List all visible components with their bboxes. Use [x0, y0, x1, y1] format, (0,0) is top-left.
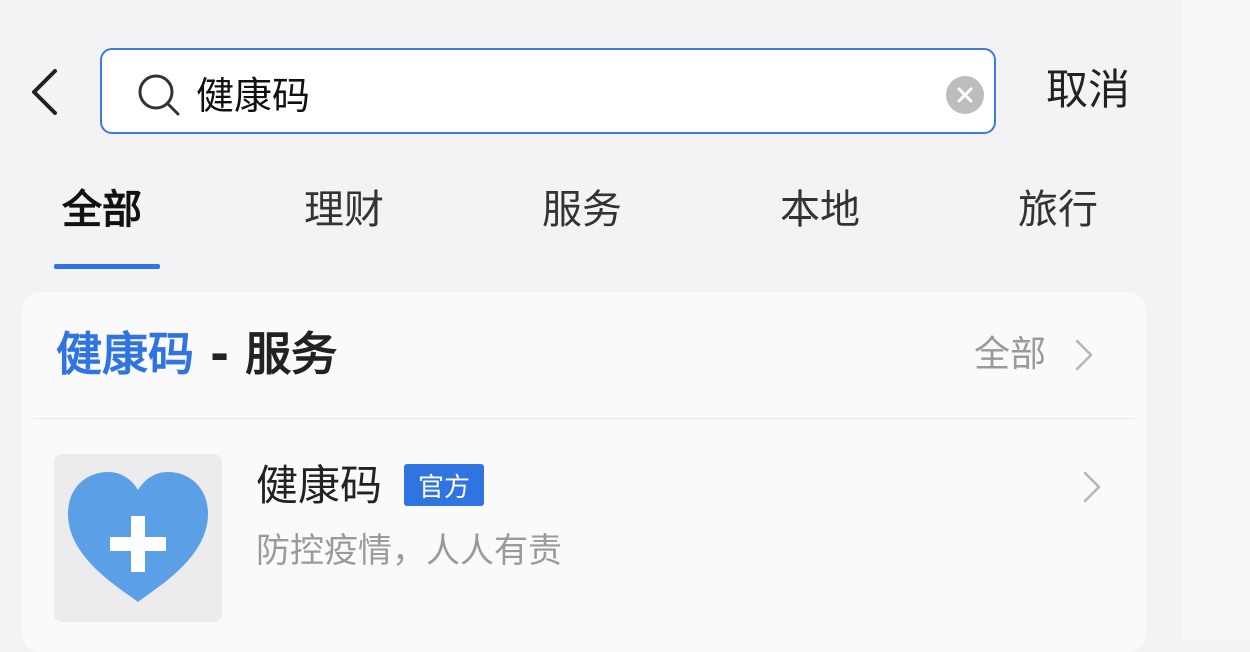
- tab-services[interactable]: 服务: [542, 184, 622, 236]
- chevron-left-icon: [32, 69, 57, 115]
- section-title-suffix: - 服务: [194, 327, 338, 381]
- result-description: 防控疫情，人人有责: [256, 531, 562, 571]
- back-button[interactable]: [22, 64, 66, 120]
- see-all-link[interactable]: 全部: [974, 330, 1094, 380]
- section-header: 健康码 - 服务 全部: [22, 292, 1146, 418]
- search-input[interactable]: [196, 64, 916, 120]
- tab-finance[interactable]: 理财: [304, 184, 384, 236]
- tab-travel[interactable]: 旅行: [1018, 184, 1098, 236]
- result-item-health-code[interactable]: 健康码 官方 防控疫情，人人有责: [22, 452, 1146, 632]
- tab-local[interactable]: 本地: [780, 184, 860, 236]
- clear-search-button[interactable]: [946, 76, 984, 114]
- section-title: 健康码 - 服务: [56, 324, 337, 384]
- see-all-label: 全部: [974, 334, 1047, 375]
- results-card: 健康码 - 服务 全部 健康码 官方 防控疫情，人人有责: [22, 292, 1146, 652]
- search-box[interactable]: [100, 48, 996, 134]
- heart-plus-icon: [68, 472, 208, 602]
- chevron-right-icon: [1083, 471, 1101, 503]
- right-edge-strip: [1182, 0, 1250, 640]
- chevron-right-icon: [1075, 339, 1093, 371]
- result-title: 健康码: [256, 461, 383, 510]
- category-tabs: 全部 理财 服务 本地 旅行: [0, 180, 1182, 270]
- app-icon: [54, 454, 222, 622]
- active-tab-indicator: [54, 264, 160, 269]
- section-title-keyword: 健康码: [56, 327, 194, 381]
- section-divider: [34, 418, 1134, 419]
- tab-all[interactable]: 全部: [62, 184, 142, 236]
- cancel-button[interactable]: 取消: [1046, 62, 1130, 118]
- search-icon: [138, 74, 180, 116]
- clear-icon: [957, 87, 973, 103]
- official-badge: 官方: [404, 464, 484, 506]
